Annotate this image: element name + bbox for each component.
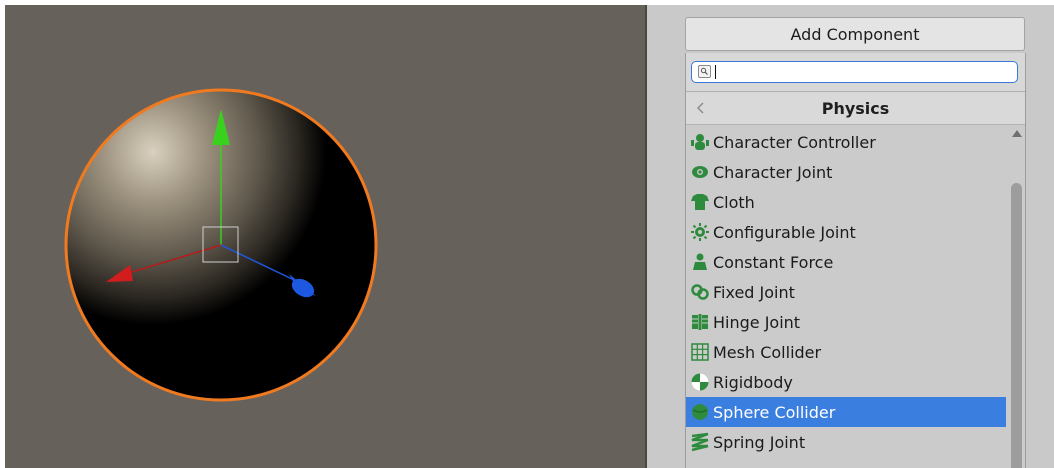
list-item-label: Character Joint (713, 162, 833, 182)
category-title: Physics (821, 98, 890, 118)
search-box[interactable] (691, 61, 1018, 83)
list-item-label: Constant Force (713, 252, 834, 272)
list-item-character-joint[interactable]: Character Joint (686, 157, 1006, 187)
list-item-spring-joint[interactable]: Spring Joint (686, 427, 1006, 457)
add-component-popup: Physics Character Controller Character J… (685, 53, 1026, 468)
list-item-label: Spring Joint (713, 432, 806, 452)
add-component-button[interactable]: Add Component (685, 17, 1025, 51)
list-item-label: Fixed Joint (713, 282, 795, 302)
rigidbody-icon (690, 372, 710, 392)
text-caret (715, 65, 716, 79)
chevron-left-icon (696, 102, 704, 114)
cloth-icon (690, 192, 710, 212)
search-input[interactable] (716, 63, 1006, 81)
list-item-label: Sphere Collider (713, 402, 836, 422)
list-item-constant-force[interactable]: Constant Force (686, 247, 1006, 277)
list-item-hinge-joint[interactable]: Hinge Joint (686, 307, 1006, 337)
hinge-joint-icon (690, 312, 710, 332)
list-item-label: Character Controller (713, 132, 876, 152)
sphere-collider-icon (690, 402, 710, 422)
mesh-collider-icon (690, 342, 710, 362)
scene-canvas[interactable] (5, 5, 645, 468)
spring-joint-icon (690, 432, 710, 452)
list-item-character-controller[interactable]: Character Controller (686, 127, 1006, 157)
list-item-label: Rigidbody (713, 372, 793, 392)
component-list: Character Controller Character Joint Clo… (686, 125, 1025, 468)
list-item-configurable-joint[interactable]: Configurable Joint (686, 217, 1006, 247)
category-header: Physics (686, 92, 1025, 125)
scene-view[interactable] (5, 5, 645, 468)
back-button[interactable] (690, 96, 712, 120)
fixed-joint-icon (690, 282, 710, 302)
configurable-joint-icon (690, 222, 710, 242)
character-joint-icon (690, 162, 710, 182)
list-item-fixed-joint[interactable]: Fixed Joint (686, 277, 1006, 307)
list-item-label: Cloth (713, 192, 755, 212)
scroll-up-arrow-icon[interactable] (1012, 130, 1022, 137)
list-scrollbar[interactable] (1008, 125, 1025, 468)
list-item-label: Configurable Joint (713, 222, 856, 242)
list-item-sphere-collider[interactable]: Sphere Collider (686, 397, 1006, 427)
list-item-label: Hinge Joint (713, 312, 801, 332)
list-item-label: Mesh Collider (713, 342, 822, 362)
list-item-cloth[interactable]: Cloth (686, 187, 1006, 217)
search-icon (698, 65, 711, 78)
character-controller-icon (690, 132, 710, 152)
constant-force-icon (690, 252, 710, 272)
inspector-panel: Add Component Physics Character Controll… (647, 5, 1054, 468)
list-item-mesh-collider[interactable]: Mesh Collider (686, 337, 1006, 367)
scrollbar-thumb[interactable] (1011, 183, 1022, 468)
list-item-rigidbody[interactable]: Rigidbody (686, 367, 1006, 397)
search-row (686, 53, 1025, 92)
